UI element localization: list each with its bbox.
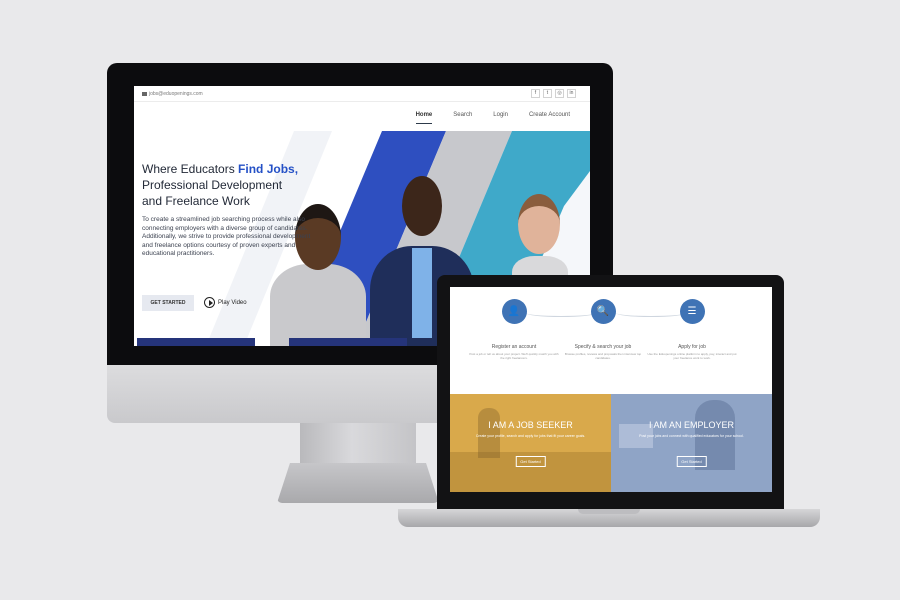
step-search-desc: Browse profiles, reviews and proposals t… xyxy=(564,352,642,360)
play-icon xyxy=(204,297,215,308)
step-register-desc: Post a job or tell us about your project… xyxy=(469,352,559,360)
job-seeker-get-started-button[interactable]: Get Started xyxy=(515,456,546,467)
employer-panel[interactable]: I AM AN EMPLOYER Post your jobs and conn… xyxy=(611,394,772,492)
list-icon: ☰ xyxy=(679,299,705,324)
search-document-icon: 🔍 xyxy=(590,299,616,324)
job-seeker-panel[interactable]: I AM A JOB SEEKER Create your profile, s… xyxy=(450,394,611,492)
step-apply-desc: Use the Eduopenings online platform to a… xyxy=(647,352,737,360)
job-seeker-title: I AM A JOB SEEKER xyxy=(488,420,573,430)
get-started-button[interactable]: GET STARTED xyxy=(142,295,194,311)
section-strip-right xyxy=(289,338,407,346)
hero-title-line3: and Freelance Work xyxy=(142,194,250,208)
hero-description: To create a streamlined job searching pr… xyxy=(142,216,311,257)
hero-title-accent: Find Jobs, xyxy=(238,162,299,176)
user-icon: 👤 xyxy=(501,299,527,324)
job-seeker-desc: Create your profile, search and apply fo… xyxy=(475,434,586,438)
laptop-website-screen: 👤 Register an account Post a job or tell… xyxy=(450,287,772,492)
desktop-monitor-stand xyxy=(300,423,416,467)
desktop-monitor-base xyxy=(277,463,439,503)
employer-desc: Post your jobs and connect with qualifie… xyxy=(639,434,744,438)
hero-title-line2: Professional Development xyxy=(142,178,283,192)
young-man-head xyxy=(518,194,560,254)
employer-get-started-button[interactable]: Get Started xyxy=(676,456,707,467)
section-strip-left xyxy=(137,338,255,346)
hero-title: Where Educators Find Jobs, Professional … xyxy=(142,161,302,209)
employer-title: I AM AN EMPLOYER xyxy=(648,420,735,430)
man-shirt xyxy=(412,248,432,338)
woman-body xyxy=(270,264,366,346)
step-apply-title: Apply for job xyxy=(678,344,706,350)
play-video-label: Play Video xyxy=(218,299,247,306)
play-video-button[interactable]: Play Video xyxy=(204,297,247,308)
step-register-title: Register an account xyxy=(491,344,537,350)
seeker-background-person xyxy=(478,408,500,458)
laptop-notch xyxy=(578,509,640,514)
step-search-title: Specify & search your job xyxy=(574,344,632,350)
step-apply: ☰ Apply for job Use the Eduopenings onli… xyxy=(647,299,737,360)
hero-title-prefix: Where Educators xyxy=(142,162,239,176)
step-register: 👤 Register an account Post a job or tell… xyxy=(469,299,559,360)
man-suit-head xyxy=(402,176,442,236)
step-search: 🔍 Specify & search your job Browse profi… xyxy=(558,299,648,360)
